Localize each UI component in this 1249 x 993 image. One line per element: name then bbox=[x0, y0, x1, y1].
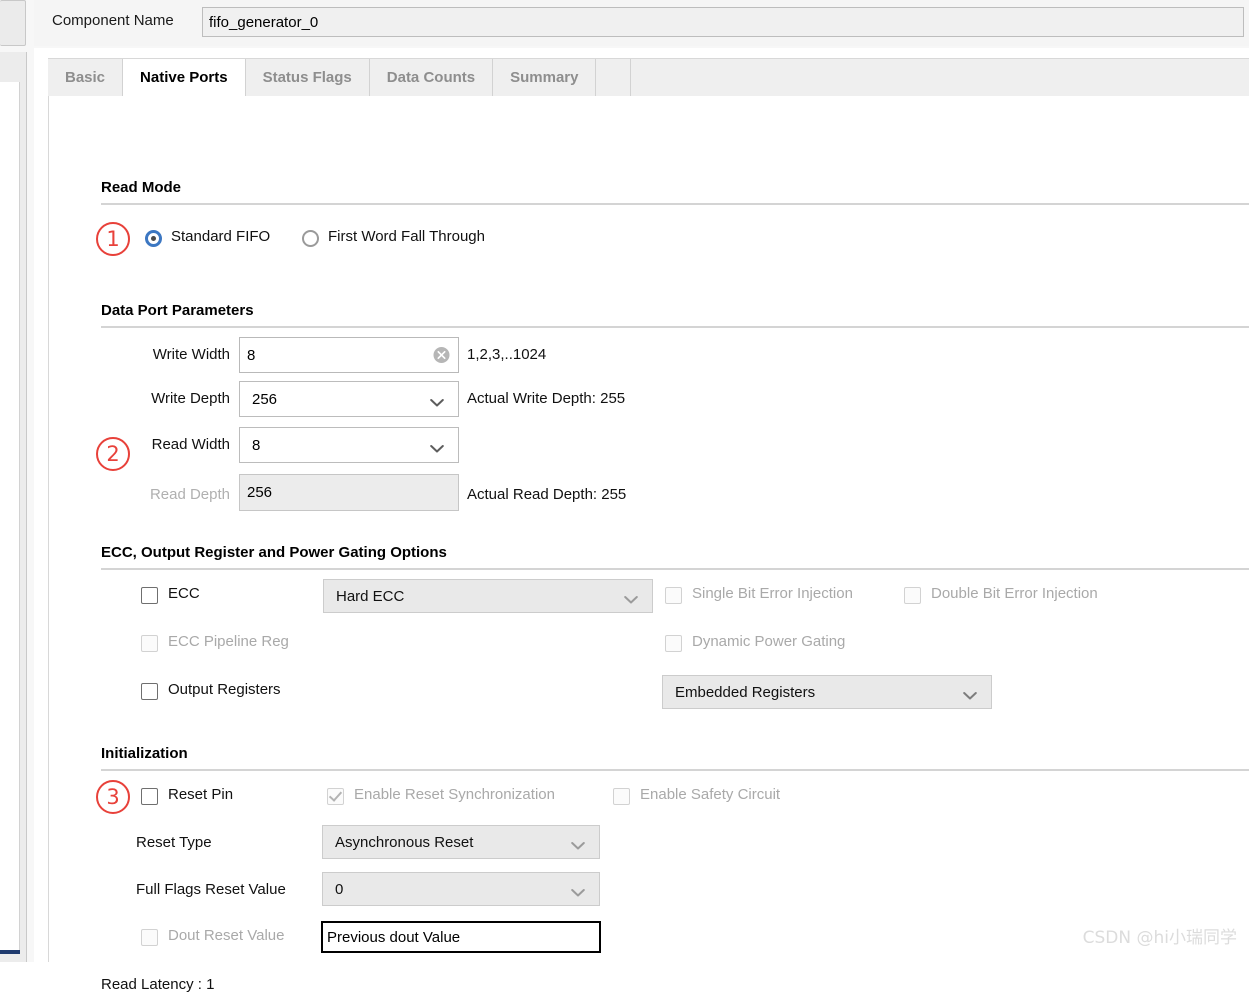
dropdown-write-depth[interactable]: 256 bbox=[239, 381, 459, 417]
text-read-latency: Read Latency : 1 bbox=[101, 976, 215, 993]
label-reset-type: Reset Type bbox=[136, 834, 212, 851]
checkbox-output-registers[interactable] bbox=[141, 683, 158, 700]
checkbox-enable-reset-synchronization bbox=[327, 788, 344, 805]
label-enable-reset-synchronization: Enable Reset Synchronization bbox=[354, 786, 555, 803]
chevron-down-icon bbox=[963, 688, 977, 700]
tab-region: Basic Native Ports Status Flags Data Cou… bbox=[34, 48, 1249, 993]
label-enable-safety-circuit: Enable Safety Circuit bbox=[640, 786, 781, 803]
section-title-data-port: Data Port Parameters bbox=[101, 302, 254, 319]
tab-basic[interactable]: Basic bbox=[48, 59, 124, 96]
section-rule-data-port bbox=[101, 326, 1249, 328]
input-write-width[interactable]: 8 bbox=[239, 337, 459, 373]
watermark: CSDN @hi小瑞同学 bbox=[1082, 928, 1237, 948]
dropdown-reset-type: Asynchronous Reset bbox=[322, 825, 600, 859]
label-single-bit-error-injection: Single Bit Error Injection bbox=[692, 585, 853, 602]
checkbox-enable-safety-circuit bbox=[613, 788, 630, 805]
tab-bar-filler bbox=[596, 59, 632, 96]
dropdown-ecc-mode: Hard ECC bbox=[323, 579, 653, 613]
tab-bar: Basic Native Ports Status Flags Data Cou… bbox=[48, 58, 1249, 96]
annotation-marker-1: 1 bbox=[96, 222, 130, 256]
radio-label-first-word-fall-through[interactable]: First Word Fall Through bbox=[328, 228, 485, 245]
label-full-flags-reset-value: Full Flags Reset Value bbox=[136, 881, 286, 898]
component-name-input[interactable]: fifo_generator_0 bbox=[202, 7, 1244, 37]
label-output-registers[interactable]: Output Registers bbox=[168, 681, 281, 698]
input-read-depth: 256 bbox=[239, 474, 459, 511]
section-rule-read-mode bbox=[101, 203, 1249, 205]
radio-label-standard-fifo[interactable]: Standard FIFO bbox=[171, 228, 270, 245]
label-read-width: Read Width bbox=[151, 436, 230, 453]
label-dynamic-power-gating: Dynamic Power Gating bbox=[692, 633, 846, 650]
clear-icon[interactable] bbox=[433, 347, 450, 364]
component-name-bar: Component Name fifo_generator_0 bbox=[34, 0, 1249, 46]
dropdown-output-registers: Embedded Registers bbox=[662, 675, 992, 709]
application-window: Component Name fifo_generator_0 Basic Na… bbox=[0, 0, 1249, 993]
dropdown-full-flags-reset-value: 0 bbox=[322, 872, 600, 906]
hint-write-width: 1,2,3,..1024 bbox=[467, 346, 547, 363]
tab-native-ports[interactable]: Native Ports bbox=[122, 59, 246, 96]
chevron-down-icon bbox=[624, 592, 638, 604]
radio-standard-fifo[interactable] bbox=[145, 230, 162, 247]
chevron-down-icon bbox=[571, 838, 585, 850]
left-panel-inner bbox=[0, 82, 20, 954]
section-title-initialization: Initialization bbox=[101, 745, 188, 762]
section-rule-initialization bbox=[101, 769, 1249, 771]
tab-data-counts[interactable]: Data Counts bbox=[370, 59, 494, 96]
input-dout-reset-value[interactable]: Previous dout Value bbox=[321, 921, 601, 953]
chevron-down-icon bbox=[430, 441, 444, 453]
tab-status-flags[interactable]: Status Flags bbox=[246, 59, 370, 96]
tab-summary[interactable]: Summary bbox=[493, 59, 597, 96]
checkbox-dynamic-power-gating bbox=[665, 635, 682, 652]
text-actual-read-depth: Actual Read Depth: 255 bbox=[467, 486, 627, 503]
checkbox-reset-pin[interactable] bbox=[141, 788, 158, 805]
section-title-ecc: ECC, Output Register and Power Gating Op… bbox=[101, 544, 447, 561]
native-ports-panel: Read Mode 1 Standard FIFO First Word Fal… bbox=[48, 96, 1249, 993]
label-write-depth: Write Depth bbox=[151, 390, 230, 407]
dropdown-read-width[interactable]: 8 bbox=[239, 427, 459, 463]
left-panel-accent-bar bbox=[0, 950, 20, 954]
annotation-marker-3: 3 bbox=[96, 780, 130, 814]
label-double-bit-error-injection: Double Bit Error Injection bbox=[931, 585, 1098, 602]
checkbox-dout-reset-value bbox=[141, 929, 158, 946]
chevron-down-icon bbox=[571, 885, 585, 897]
left-toolbar-button[interactable] bbox=[0, 0, 26, 46]
checkbox-ecc[interactable] bbox=[141, 587, 158, 604]
label-dout-reset-value: Dout Reset Value bbox=[168, 927, 285, 944]
label-ecc[interactable]: ECC bbox=[168, 585, 200, 602]
component-name-label: Component Name bbox=[52, 12, 174, 29]
label-reset-pin[interactable]: Reset Pin bbox=[168, 786, 233, 803]
checkbox-single-bit-error-injection bbox=[665, 587, 682, 604]
section-title-read-mode: Read Mode bbox=[101, 179, 182, 196]
radio-first-word-fall-through[interactable] bbox=[302, 230, 319, 247]
label-ecc-pipeline-reg: ECC Pipeline Reg bbox=[168, 633, 289, 650]
text-actual-write-depth: Actual Write Depth: 255 bbox=[467, 390, 626, 407]
left-panel-rail bbox=[0, 52, 27, 962]
chevron-down-icon bbox=[430, 395, 444, 407]
checkbox-ecc-pipeline-reg bbox=[141, 635, 158, 652]
checkbox-double-bit-error-injection bbox=[904, 587, 921, 604]
label-read-depth: Read Depth bbox=[149, 486, 230, 503]
label-write-width: Write Width bbox=[152, 346, 230, 363]
section-rule-ecc bbox=[101, 568, 1249, 570]
